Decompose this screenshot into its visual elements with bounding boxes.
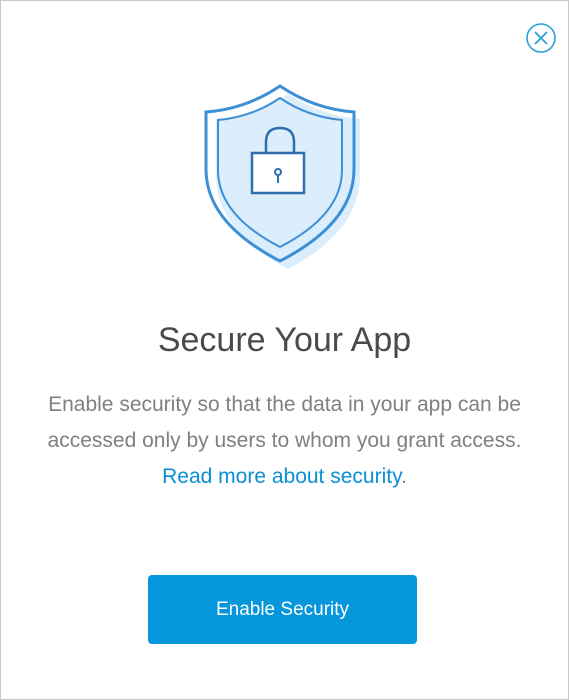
enable-security-button[interactable]: Enable Security (148, 575, 417, 644)
dialog-title: Secure Your App (157, 321, 412, 359)
close-icon[interactable] (526, 23, 556, 53)
security-dialog: Secure Your App Enable security so that … (0, 0, 569, 700)
shield-lock-icon (204, 84, 360, 269)
description-suffix: . (401, 465, 407, 488)
close-button[interactable] (526, 23, 556, 53)
read-more-link[interactable]: Read more about security (162, 465, 401, 488)
description-text: Enable security so that the data in your… (47, 393, 522, 452)
dialog-description: Enable security so that the data in your… (41, 387, 528, 495)
